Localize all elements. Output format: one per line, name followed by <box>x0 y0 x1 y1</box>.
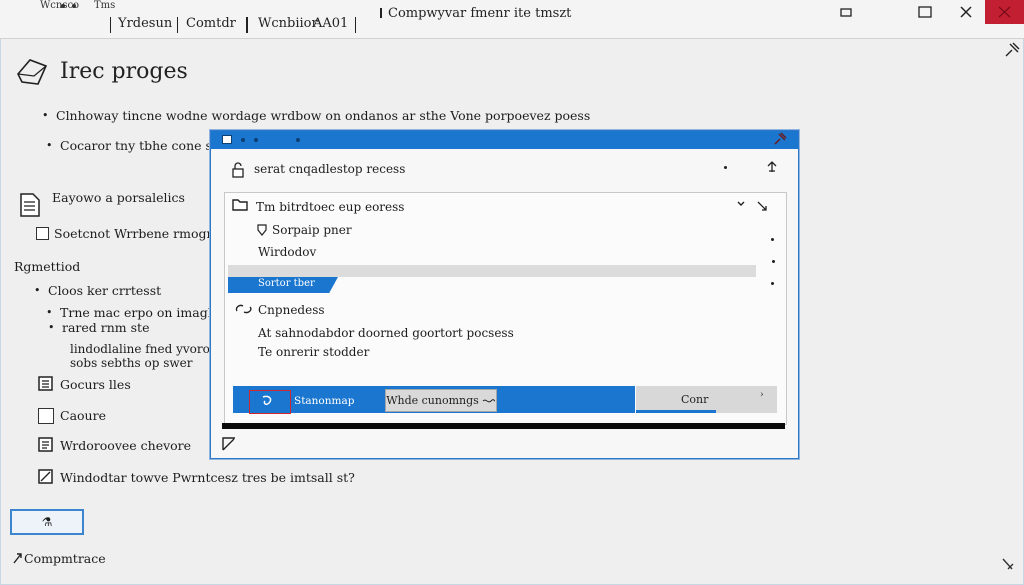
close-icon <box>960 6 972 18</box>
close-red-button[interactable] <box>985 0 1024 24</box>
chevron-right-icon: › <box>760 390 764 400</box>
resize-corner-icon[interactable] <box>222 437 236 451</box>
dot-icon <box>772 260 775 263</box>
app-logo-icon <box>17 59 48 85</box>
lock-icon <box>232 162 244 178</box>
checkbox-label: Soetcnot Wrrbene rmogress <box>54 226 233 241</box>
progress-indicator <box>636 410 716 413</box>
list-row-6[interactable]: Te onrerir stodder <box>258 345 369 359</box>
restore-icon <box>840 8 852 17</box>
list-row-3[interactable]: Wirdodov <box>258 245 316 259</box>
dialog-pin-icon[interactable] <box>772 132 788 146</box>
dialog-header: serat cnqadlestop recess <box>254 162 406 176</box>
menu-item-1[interactable]: Yrdesun <box>118 16 172 31</box>
intro-line-1: Clnhoway tincne wodne wordage wrdbow on … <box>56 108 591 123</box>
item-3[interactable]: Wrdoroovee chevore <box>60 438 191 453</box>
dot-icon <box>771 238 774 241</box>
item-2[interactable]: Caoure <box>60 408 106 423</box>
dialog-bottom-bar <box>222 423 785 429</box>
list-row-5[interactable]: At sahnodabdor doorned goortort pocsess <box>258 326 514 340</box>
bullet-item-2b: rared rnm ste <box>62 320 150 335</box>
menu-separator <box>246 17 248 33</box>
restore-button[interactable] <box>823 0 869 24</box>
square-icon <box>38 408 54 424</box>
inline-button-label: Whde cunomngs <box>386 394 479 407</box>
dot-icon <box>72 4 76 8</box>
selected-row-label: Sortor tber <box>258 278 315 289</box>
pin-icon <box>1005 42 1020 57</box>
bullet-icon: • <box>46 139 53 152</box>
dot-icon <box>296 138 300 142</box>
squiggle-icon <box>482 398 495 402</box>
document-icon <box>20 193 40 217</box>
resize-grip-icon[interactable] <box>1000 556 1016 572</box>
status-bar-label: Stanonmap <box>294 395 355 407</box>
menu-item-2[interactable]: Comtdr <box>186 16 236 31</box>
menu-item-3[interactable]: Wcnbiior <box>258 16 318 31</box>
menu-separator <box>177 17 178 33</box>
list-row-2[interactable]: Sorpaip pner <box>272 223 352 237</box>
list-icon <box>38 376 53 391</box>
item-1[interactable]: Gocurs lles <box>60 377 131 392</box>
action-button[interactable]: ⚗ <box>10 509 84 535</box>
pin-button[interactable] <box>1002 40 1022 60</box>
maximize-icon <box>918 6 932 18</box>
arrow-icon <box>13 553 22 564</box>
row-highlight <box>228 265 756 277</box>
inline-button[interactable]: Whde cunomngs <box>385 389 497 412</box>
dot-icon <box>241 138 245 142</box>
bullet-item-2: Trne mac erpo on imaghne <box>60 305 232 320</box>
dialog-action-icon[interactable] <box>766 160 778 174</box>
section-1-label: Eayowo a porsalelics <box>52 190 185 205</box>
intro-line-2: Cocaror tny tbhe cone stic <box>60 138 228 153</box>
bullet-icon: • <box>42 109 49 122</box>
list-row-4[interactable]: Cnpnedess <box>258 303 325 317</box>
sub-item-1: lindodlaline fned yvorode <box>70 342 225 356</box>
dot-icon <box>724 166 727 169</box>
maximize-button[interactable] <box>902 0 948 24</box>
close-button[interactable] <box>943 0 989 24</box>
item-4[interactable]: Windodtar towve Pwrntcesz tres be imtsal… <box>60 470 355 485</box>
document-lines-icon <box>38 437 53 452</box>
bullet-icon: • <box>48 321 55 334</box>
shield-icon <box>257 224 267 236</box>
edit-box-icon <box>38 469 53 484</box>
menu-item-4[interactable]: AA01 <box>313 16 348 31</box>
close-icon <box>998 6 1011 18</box>
dot-icon <box>254 138 258 142</box>
window-title: Compwyvar fmenr ite tmszt <box>388 6 572 21</box>
sub-item-2: sobs sebths op swer <box>70 356 193 370</box>
section-2-title: Rgmettiod <box>14 259 81 274</box>
bullet-item-1: Cloos ker crrtesst <box>48 283 162 298</box>
bullet-icon: • <box>34 284 41 297</box>
footer-label: Compmtrace <box>24 551 106 566</box>
chevron-down-icon[interactable] <box>736 200 746 208</box>
dialog-app-icon <box>222 135 232 144</box>
bullet-icon: • <box>46 306 53 319</box>
tab-small-2[interactable]: Tms <box>94 0 115 11</box>
menu-separator <box>355 17 356 33</box>
dot-icon <box>61 4 65 8</box>
folder-icon <box>232 199 248 211</box>
title-marker-icon <box>380 8 382 18</box>
dot-icon <box>771 282 774 285</box>
link-icon <box>235 304 252 314</box>
menu-separator <box>110 17 111 33</box>
option-checkbox[interactable] <box>36 227 49 240</box>
cursor-icon <box>262 395 272 405</box>
list-row-1[interactable]: Tm bitrdtoec eup eoress <box>256 200 404 214</box>
page-title: Irec proges <box>60 59 188 84</box>
action-button-label: ⚗ <box>41 515 53 529</box>
expand-icon[interactable] <box>756 200 768 212</box>
gray-button-label: Conr <box>681 393 709 406</box>
